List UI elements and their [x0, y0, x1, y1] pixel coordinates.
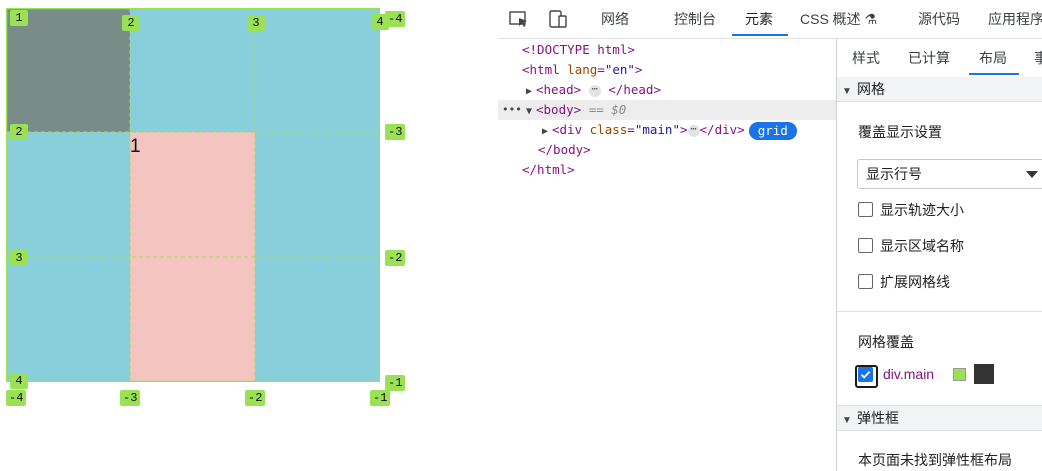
checkbox-label: 显示轨迹大小	[880, 202, 964, 218]
overlay-color-swatch[interactable]	[953, 368, 966, 381]
line-number-tag: 2	[10, 124, 28, 140]
head-close-tag: head	[623, 82, 654, 97]
attr-value: "main"	[634, 122, 680, 137]
tab-network[interactable]: 网络	[601, 0, 629, 38]
attr-name: lang	[567, 62, 598, 77]
div-main-overlay-checkbox[interactable]	[858, 367, 873, 382]
active-tab-indicator	[732, 34, 788, 36]
collapse-triangle-icon: ▼	[842, 86, 852, 97]
tab-computed[interactable]: 已计算	[908, 39, 950, 77]
expand-triangle-icon[interactable]: ▶	[526, 82, 536, 102]
dom-node-doctype[interactable]: <!DOCTYPE html>	[498, 40, 836, 60]
line-number-tag: -1	[370, 390, 391, 406]
div-close-tag: div	[714, 122, 738, 137]
highlight-element-icon[interactable]	[974, 364, 994, 384]
line-number-tag: -2	[245, 390, 266, 406]
select-value: 显示行号	[866, 166, 922, 182]
more-actions-icon[interactable]: •••	[502, 100, 522, 120]
layout-sidebar: 样式 已计算 布局 事 ▼ 网格 覆盖显示设置 显示行号 显示轨迹大小 显示区域名…	[836, 39, 1042, 471]
inspect-icon[interactable]	[508, 8, 530, 30]
overlay-settings-label: 覆盖显示设置	[858, 124, 942, 140]
tab-event-listeners[interactable]: 事	[1034, 39, 1042, 77]
checkbox-label: 扩展网格线	[880, 274, 950, 290]
selected-node-hint: == $0	[588, 102, 627, 117]
line-number-tag: -2	[385, 250, 406, 266]
extend-grid-lines-checkbox[interactable]	[858, 274, 873, 289]
tab-styles[interactable]: 样式	[852, 39, 880, 77]
no-flexbox-message: 本页面未找到弹性框布局	[858, 452, 1012, 468]
dom-node-body-close[interactable]: </body>	[498, 140, 836, 160]
devtools-toolbar: 网络 控制台 元素 CSS 概述 ⚗ 源代码 应用程序	[498, 0, 1042, 39]
tab-elements[interactable]: 元素	[745, 0, 773, 38]
grid-section-header[interactable]: ▼ 网格	[837, 77, 1042, 102]
device-toolbar-icon[interactable]	[547, 8, 569, 30]
div-tag: div	[559, 122, 583, 137]
line-number-tag: 1	[10, 10, 28, 26]
dom-node-body[interactable]: ••• ▼ <body> == $0	[498, 100, 836, 120]
line-number-tag: 3	[10, 250, 28, 266]
tab-css-overview[interactable]: CSS 概述 ⚗	[800, 0, 877, 38]
line-number-tag: 4	[10, 373, 28, 389]
chevron-down-icon	[1026, 171, 1038, 178]
tab-sources[interactable]: 源代码	[918, 0, 960, 38]
grid-overlays-label: 网格覆盖	[858, 334, 914, 350]
html-tag: html	[529, 62, 560, 77]
overlay-element-label[interactable]: div.main	[883, 366, 934, 382]
active-tab-indicator	[969, 73, 1019, 75]
line-number-tag: -3	[385, 124, 406, 140]
line-number-tag: 3	[247, 15, 265, 31]
body-close-text: </body>	[538, 142, 591, 157]
dom-node-head[interactable]: ▶ <head> ⋯ </head>	[498, 80, 836, 100]
dom-node-html[interactable]: <html lang="en">	[498, 60, 836, 80]
collapsed-content-ellipsis[interactable]: ⋯	[687, 124, 700, 137]
devtools-panel: 网络 控制台 元素 CSS 概述 ⚗ 源代码 应用程序 <!DOCTYPE ht…	[498, 0, 1042, 471]
body-tag: body	[543, 102, 574, 117]
head-tag: head	[543, 82, 574, 97]
page-preview: 1 2 3 4 -4 2 3 4 -4 -3 -2 -1 -3 -2 -1 1	[0, 0, 498, 471]
attr-name: class	[589, 122, 628, 137]
section-divider	[837, 311, 1042, 312]
collapse-triangle-icon[interactable]: ▼	[526, 102, 536, 122]
doctype-text: <!DOCTYPE html>	[522, 42, 635, 57]
collapse-triangle-icon: ▼	[842, 415, 852, 426]
html-close-text: </html>	[522, 162, 575, 177]
grid-section-title: 网格	[857, 81, 885, 97]
dom-node-div-main[interactable]: ▶ <div class="main"> ⋯ </div> grid	[498, 120, 836, 140]
tab-console[interactable]: 控制台	[674, 0, 716, 38]
line-number-tag: -1	[385, 375, 406, 391]
line-number-tag: -4	[385, 11, 406, 27]
grid-container	[6, 8, 380, 382]
dom-node-html-close[interactable]: </html>	[498, 160, 836, 180]
line-number-tag: -4	[6, 390, 27, 406]
sidebar-tabs: 样式 已计算 布局 事	[837, 39, 1042, 78]
grid-item-label: 1	[130, 136, 141, 157]
attr-value: "en"	[604, 62, 635, 77]
line-number-tag: 2	[122, 15, 140, 31]
line-number-tag: -3	[120, 390, 141, 406]
checkbox-label: 显示区域名称	[880, 238, 964, 254]
tab-application[interactable]: 应用程序	[988, 0, 1042, 38]
expand-triangle-icon[interactable]: ▶	[542, 122, 552, 142]
dom-tree: <!DOCTYPE html> <html lang="en"> ▶ <head>…	[498, 39, 836, 471]
flexbox-section-header[interactable]: ▼ 弹性框	[837, 405, 1042, 431]
overlay-display-select[interactable]: 显示行号	[857, 159, 1042, 189]
grid-lines-overlay	[6, 8, 380, 382]
grid-badge[interactable]: grid	[748, 121, 797, 140]
show-area-names-checkbox[interactable]	[858, 238, 873, 253]
flexbox-section-title: 弹性框	[857, 410, 899, 426]
show-track-sizes-checkbox[interactable]	[858, 202, 873, 217]
tab-layout[interactable]: 布局	[979, 39, 1007, 77]
collapsed-content-ellipsis[interactable]: ⋯	[588, 84, 601, 97]
